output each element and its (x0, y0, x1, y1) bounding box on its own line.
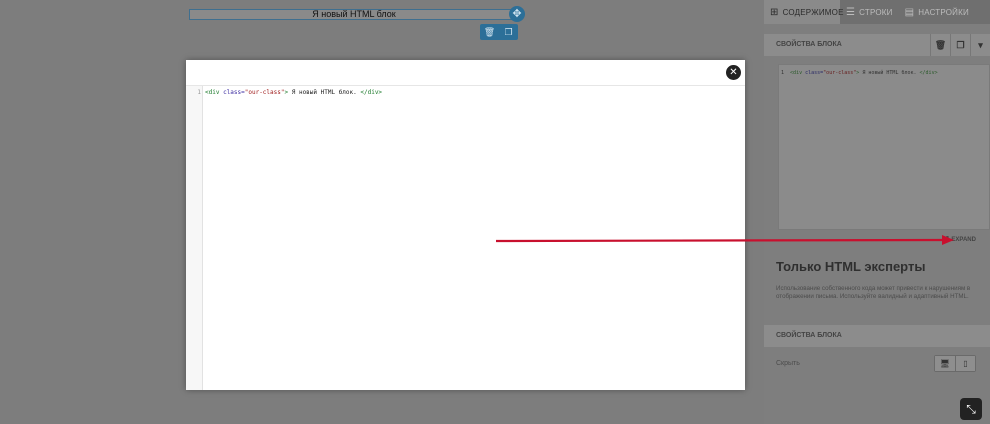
block-properties-header: СВОЙСТВА БЛОКА 🗑 ❐ ▾ (764, 34, 990, 56)
expand-icon: ⤢ (942, 235, 949, 244)
code-attr-value: "our-class" (823, 70, 857, 76)
code-text: Я новый HTML блок. (862, 70, 920, 76)
expand-button[interactable]: ⤢ EXPAND (942, 235, 976, 245)
block-text: Я новый HTML блок (312, 9, 396, 19)
code-preview[interactable]: 1 <div class="our-class"> Я новый HTML б… (778, 64, 990, 230)
copy-icon[interactable]: ❐ (950, 34, 970, 56)
code-open-tag: <div (790, 70, 806, 76)
tab-rows[interactable]: ☰ СТРОКИ (840, 0, 899, 24)
selected-html-block[interactable]: Я новый HTML блок (189, 9, 519, 20)
code-attr-name: class= (223, 89, 245, 96)
rows-icon: ☰ (846, 6, 856, 18)
chevron-down-icon[interactable]: ▾ (970, 34, 990, 56)
tab-label: СОДЕРЖИМОЕ (782, 7, 844, 17)
block-actions: 🗑 ❐ ▾ (930, 34, 990, 56)
grid-icon: ⊞ (770, 6, 779, 18)
copy-icon[interactable]: ❐ (499, 24, 518, 40)
block-properties-header-2: СВОЙСТВА БЛОКА (764, 325, 990, 347)
line-number: 1 (197, 89, 201, 96)
code-text: Я новый HTML блок. (291, 89, 361, 96)
settings-icon: ▤ (904, 6, 915, 18)
section-title: СВОЙСТВА БЛОКА (776, 41, 842, 48)
code-editor[interactable]: 1 <div class="our-class"> Я новый HTML б… (186, 85, 745, 390)
block-toolbar: 🗑 ❐ (480, 24, 518, 40)
line-gutter: 1 (186, 86, 203, 390)
code-end-tag: </div> (360, 89, 383, 96)
code-line[interactable]: <div class="our-class"> Я новый HTML бло… (205, 89, 382, 96)
code-attr-name: class= (805, 70, 824, 76)
preview-line-number: 1 (781, 70, 785, 76)
tab-label: НАСТРОЙКИ (918, 7, 969, 17)
device-toggle: 🖥 ▯ (934, 355, 976, 372)
fullscreen-icon[interactable]: ⤡ (960, 398, 982, 420)
code-tag-close: > (284, 89, 292, 96)
trash-icon[interactable]: 🗑 (480, 24, 499, 40)
desktop-icon[interactable]: 🖥 (935, 356, 955, 371)
trash-icon[interactable]: 🗑 (930, 34, 950, 56)
tab-content[interactable]: ⊞ СОДЕРЖИМОЕ (764, 0, 843, 24)
mobile-icon[interactable]: ▯ (955, 356, 975, 371)
warning-title: Только HTML эксперты (776, 259, 926, 274)
html-editor-modal: ✕ 1 <div class="our-class"> Я новый HTML… (186, 60, 745, 390)
code-attr-value: "our-class" (244, 89, 285, 96)
expand-label: EXPAND (951, 237, 976, 243)
code-end-tag: </div> (919, 70, 938, 76)
settings-panel: ⊞ СОДЕРЖИМОЕ ☰ СТРОКИ ▤ НАСТРОЙКИ СВОЙСТ… (764, 0, 990, 424)
code-open-tag: <div (205, 89, 224, 96)
tab-label: СТРОКИ (859, 7, 893, 17)
panel-tabs: ⊞ СОДЕРЖИМОЕ ☰ СТРОКИ ▤ НАСТРОЙКИ (764, 0, 990, 24)
tab-settings[interactable]: ▤ НАСТРОЙКИ (899, 0, 975, 24)
move-icon[interactable]: ✥ (509, 6, 525, 22)
preview-code-line: 1 <div class="our-class"> Я новый HTML б… (781, 70, 938, 76)
section-title: СВОЙСТВА БЛОКА (776, 332, 842, 339)
hide-label: Скрыть (776, 360, 800, 367)
warning-text: Использование собственного кода может пр… (776, 285, 971, 300)
close-icon[interactable]: ✕ (726, 65, 741, 80)
